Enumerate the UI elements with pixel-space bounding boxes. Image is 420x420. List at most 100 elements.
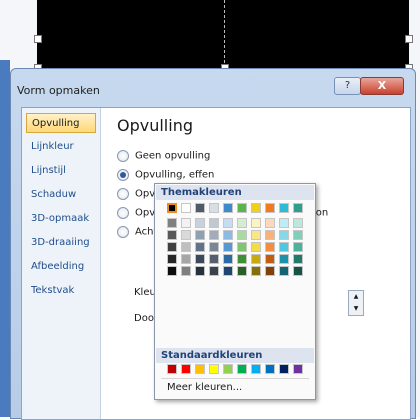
theme-color-swatch[interactable] [293, 254, 303, 264]
sidebar-item-tekstvak[interactable]: Tekstvak [26, 281, 96, 301]
theme-color-swatch[interactable] [223, 242, 233, 252]
theme-color-swatch[interactable] [237, 242, 247, 252]
help-button[interactable]: ? [334, 77, 361, 95]
sidebar-item-opvulling[interactable]: Opvulling [26, 113, 96, 133]
theme-color-swatch[interactable] [223, 203, 233, 213]
theme-color-swatch[interactable] [195, 242, 205, 252]
theme-color-swatch[interactable] [265, 242, 275, 252]
theme-color-swatch[interactable] [265, 218, 275, 228]
theme-color-swatch[interactable] [167, 242, 177, 252]
fill-option-1[interactable]: Opvulling, effen [117, 169, 214, 183]
center-guide-line [224, 0, 226, 68]
theme-color-swatch[interactable] [293, 230, 303, 240]
theme-color-swatch[interactable] [237, 254, 247, 264]
theme-color-swatch[interactable] [279, 254, 289, 264]
sidebar-item-afbeelding[interactable]: Afbeelding [26, 257, 96, 277]
theme-color-swatch[interactable] [195, 266, 205, 276]
theme-color-swatch[interactable] [209, 203, 219, 213]
sidebar-item-3d-draaiing[interactable]: 3D-draaiing [26, 233, 96, 253]
theme-color-swatch[interactable] [251, 266, 261, 276]
selected-shape[interactable] [37, 0, 409, 68]
theme-color-swatch[interactable] [237, 218, 247, 228]
standard-color-swatch[interactable] [293, 364, 303, 374]
theme-color-swatch[interactable] [209, 254, 219, 264]
theme-color-swatch[interactable] [181, 230, 191, 240]
theme-color-swatch[interactable] [279, 203, 289, 213]
theme-color-swatch[interactable] [279, 230, 289, 240]
theme-color-swatch[interactable] [293, 242, 303, 252]
theme-color-swatch[interactable] [223, 218, 233, 228]
standard-color-swatch[interactable] [223, 364, 233, 374]
sidebar-item-lijnkleur[interactable]: Lijnkleur [26, 137, 96, 157]
sidebar-item-3d-opmaak[interactable]: 3D-opmaak [26, 209, 96, 229]
theme-color-swatch[interactable] [195, 218, 205, 228]
standard-color-swatch[interactable] [251, 364, 261, 374]
radio-button[interactable] [117, 169, 129, 181]
theme-color-swatch[interactable] [251, 254, 261, 264]
theme-color-swatch[interactable] [209, 230, 219, 240]
fill-option-0[interactable]: Geen opvulling [117, 150, 210, 164]
more-colors-link[interactable]: Meer kleuren... [167, 382, 242, 393]
theme-color-swatch[interactable] [279, 218, 289, 228]
theme-color-swatch[interactable] [293, 218, 303, 228]
theme-color-swatch[interactable] [167, 203, 177, 213]
spin-down-icon[interactable]: ▼ [349, 303, 363, 315]
theme-color-swatch[interactable] [279, 266, 289, 276]
theme-color-swatch[interactable] [265, 230, 275, 240]
theme-color-swatch[interactable] [265, 203, 275, 213]
theme-color-swatch[interactable] [251, 203, 261, 213]
dialog-title-bar[interactable]: Vorm opmaken ? X [11, 69, 415, 105]
theme-color-swatch[interactable] [195, 203, 205, 213]
theme-color-swatch[interactable] [209, 266, 219, 276]
standard-color-swatch[interactable] [237, 364, 247, 374]
theme-color-swatch[interactable] [181, 254, 191, 264]
standard-color-swatch[interactable] [209, 364, 219, 374]
theme-color-swatch[interactable] [251, 230, 261, 240]
theme-color-swatch[interactable] [167, 266, 177, 276]
theme-color-swatch[interactable] [181, 266, 191, 276]
theme-color-swatch[interactable] [195, 230, 205, 240]
theme-color-swatch[interactable] [223, 254, 233, 264]
radio-button[interactable] [117, 226, 129, 238]
sidebar-item-lijnstijl[interactable]: Lijnstijl [26, 161, 96, 181]
theme-color-swatch[interactable] [181, 203, 191, 213]
close-button[interactable]: X [360, 77, 404, 95]
theme-color-swatch[interactable] [251, 218, 261, 228]
theme-color-swatch[interactable] [167, 218, 177, 228]
theme-color-swatch[interactable] [251, 242, 261, 252]
dialog-title: Vorm opmaken [17, 84, 100, 97]
theme-color-swatch[interactable] [237, 230, 247, 240]
radio-button[interactable] [117, 207, 129, 219]
transparency-spinner[interactable]: ▲ ▼ [348, 290, 364, 316]
spin-up-icon[interactable]: ▲ [349, 291, 363, 303]
standard-color-swatch[interactable] [167, 364, 177, 374]
theme-color-swatch[interactable] [209, 218, 219, 228]
theme-color-swatch[interactable] [265, 266, 275, 276]
theme-color-swatch[interactable] [293, 203, 303, 213]
theme-color-swatch[interactable] [167, 230, 177, 240]
resize-handle-top-left[interactable] [34, 35, 42, 43]
separator [161, 378, 309, 379]
theme-color-swatch[interactable] [223, 230, 233, 240]
theme-color-swatch[interactable] [181, 242, 191, 252]
theme-color-swatch[interactable] [209, 242, 219, 252]
theme-color-swatch[interactable] [167, 254, 177, 264]
theme-color-swatch[interactable] [181, 218, 191, 228]
standard-color-swatch[interactable] [265, 364, 275, 374]
theme-color-swatch[interactable] [293, 266, 303, 276]
standard-color-swatch[interactable] [279, 364, 289, 374]
theme-color-swatch[interactable] [195, 254, 205, 264]
radio-button[interactable] [117, 150, 129, 162]
standard-colors-heading: Standaardkleuren [156, 348, 314, 363]
standard-color-swatch[interactable] [181, 364, 191, 374]
theme-color-swatch[interactable] [265, 254, 275, 264]
theme-color-swatch[interactable] [223, 266, 233, 276]
resize-handle-top-right[interactable] [405, 35, 413, 43]
theme-color-swatch[interactable] [237, 266, 247, 276]
radio-button[interactable] [117, 188, 129, 200]
standard-color-swatch[interactable] [195, 364, 205, 374]
theme-color-swatch[interactable] [237, 203, 247, 213]
theme-color-swatch[interactable] [279, 242, 289, 252]
sidebar-item-schaduw[interactable]: Schaduw [26, 185, 96, 205]
category-sidebar: Opvulling Lijnkleur Lijnstijl Schaduw 3D-opm… [22, 108, 101, 419]
